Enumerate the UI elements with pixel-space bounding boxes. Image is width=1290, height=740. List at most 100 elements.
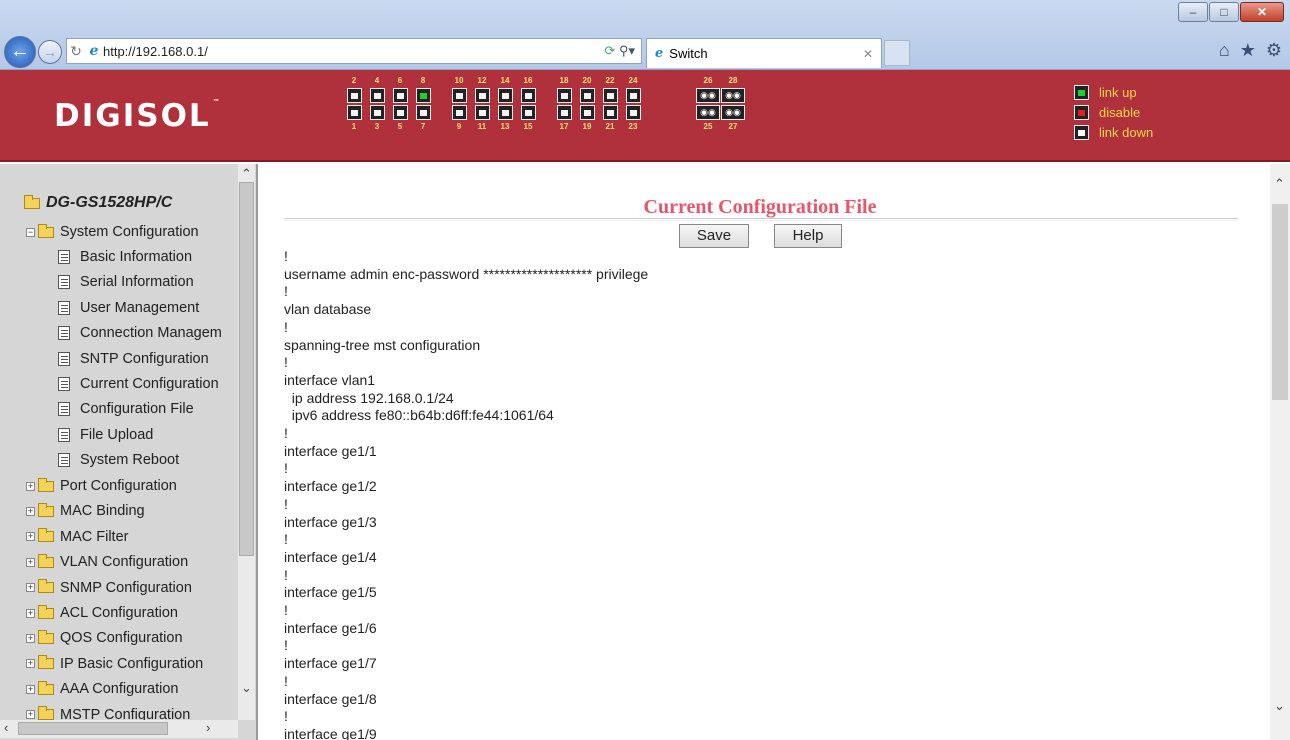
sidebar-group-acl-configuration[interactable]: + ACL Configuration [26,601,178,625]
expand-icon[interactable]: + [26,710,35,720]
port-20[interactable] [579,88,595,103]
scroll-down-icon[interactable]: ⌄ [1274,698,1285,714]
sidebar-group-mac-binding[interactable]: + MAC Binding [26,499,145,523]
search-icon[interactable]: ⚲▾ [619,43,635,58]
port-12[interactable] [474,88,490,103]
port-10[interactable] [451,88,467,103]
scroll-down-icon[interactable]: ⌄ [241,680,252,696]
sidebar-group-mstp-configuration[interactable]: + MSTP Configuration [26,703,190,720]
port-25[interactable]: ◉◉ [696,105,720,120]
sidebar-group-port-configuration[interactable]: + Port Configuration [26,474,177,498]
sidebar-horizontal-scrollbar[interactable]: ‹ › [0,720,238,738]
port-5[interactable] [392,105,408,120]
scroll-up-icon[interactable]: ⌃ [241,166,252,182]
port-28[interactable]: ◉◉ [721,88,745,103]
sidebar-item-configuration-file[interactable]: Configuration File [58,397,194,421]
expand-icon[interactable]: + [26,481,35,491]
port-8[interactable] [415,88,431,103]
scroll-thumb[interactable] [1272,204,1288,400]
expand-icon[interactable]: + [26,684,35,694]
port-11[interactable] [474,105,490,120]
port-7[interactable] [415,105,431,120]
expand-icon[interactable]: + [26,659,35,669]
port-27[interactable]: ◉◉ [721,105,745,120]
refresh-icon[interactable]: ↻ [67,43,85,60]
nav-tree: DG-GS1528HP/C − System Configuration Bas… [0,164,238,720]
sidebar-item-connection-managem[interactable]: Connection Managem [58,321,222,345]
expand-icon[interactable]: + [26,583,35,593]
port-16[interactable] [520,88,536,103]
document-icon [58,453,70,468]
port-17[interactable] [556,105,572,120]
port-26[interactable]: ◉◉ [696,88,720,103]
port-1[interactable] [346,105,362,120]
tree-root[interactable]: DG-GS1528HP/C [24,194,172,212]
sidebar-item-system-reboot[interactable]: System Reboot [58,448,179,472]
port-15[interactable] [520,105,536,120]
config-line: ! [284,248,288,264]
help-button[interactable]: Help [774,224,842,248]
legend-link-down: link down [1074,122,1153,142]
scroll-left-icon[interactable]: ‹ [4,720,8,735]
port-13[interactable] [497,105,513,120]
sidebar-group-mac-filter[interactable]: + MAC Filter [26,525,128,549]
toolbar-icons: ⌂ ★ ⚙ [1219,40,1282,61]
sidebar-item-file-upload[interactable]: File Upload [58,423,153,447]
url-text[interactable]: http://192.168.0.1/ [103,44,581,59]
port-number: 21 [605,122,615,131]
port-4[interactable] [369,88,385,103]
expand-icon[interactable]: + [26,532,35,542]
new-tab-button[interactable] [884,40,910,66]
expand-icon[interactable]: + [26,557,35,567]
favorites-star-icon[interactable]: ★ [1240,40,1256,61]
sidebar-item-current-configuration[interactable]: Current Configuration [58,372,219,396]
port-6[interactable] [392,88,408,103]
address-bar[interactable]: ↻ e http://192.168.0.1/ ⟳ ⚲▾ [66,38,642,64]
port-21[interactable] [602,105,618,120]
config-line: ! [284,531,288,548]
sidebar-group-qos-configuration[interactable]: + QOS Configuration [26,626,183,650]
sidebar-item-sntp-configuration[interactable]: SNTP Configuration [58,347,209,371]
expand-icon[interactable]: + [26,608,35,618]
tab-switch[interactable]: e Switch ✕ [646,38,882,68]
port-24[interactable] [625,88,641,103]
port-number: 23 [628,122,638,131]
port-2[interactable] [346,88,362,103]
sidebar-vertical-scrollbar[interactable]: ⌃ ⌄ [238,164,255,720]
config-line: ! [284,566,288,583]
home-icon[interactable]: ⌂ [1219,40,1230,61]
port-9[interactable] [451,105,467,120]
port-22[interactable] [602,88,618,103]
sidebar-group-aaa-configuration[interactable]: + AAA Configuration [26,677,179,701]
minimize-button[interactable]: – [1178,2,1208,22]
sidebar-group-system-configuration[interactable]: − System Configuration [26,220,199,244]
scroll-up-icon[interactable]: ⌃ [1274,176,1285,192]
back-button[interactable]: ← [4,36,36,68]
save-button[interactable]: Save [679,224,749,248]
scroll-right-icon[interactable]: › [206,720,210,735]
sidebar-group-snmp-configuration[interactable]: + SNMP Configuration [26,576,192,600]
sidebar-group-ip-basic-configuration[interactable]: + IP Basic Configuration [26,652,203,676]
tab-close-icon[interactable]: ✕ [863,47,873,61]
maximize-button[interactable]: □ [1209,2,1239,22]
expand-icon[interactable]: + [26,506,35,516]
collapse-icon[interactable]: − [26,227,35,237]
port-18[interactable] [556,88,572,103]
expand-icon[interactable]: + [26,633,35,643]
settings-gear-icon[interactable]: ⚙ [1266,40,1282,61]
scroll-thumb[interactable] [18,722,168,735]
port-14[interactable] [497,88,513,103]
forward-button[interactable]: → [38,40,62,64]
scroll-thumb[interactable] [239,182,254,556]
sidebar-item-basic-information[interactable]: Basic Information [58,245,192,269]
port-3[interactable] [369,105,385,120]
compat-refresh-icon[interactable]: ⟳ [604,43,615,58]
close-window-button[interactable]: ✕ [1240,2,1284,22]
sidebar-item-user-management[interactable]: User Management [58,296,199,320]
sidebar-group-vlan-configuration[interactable]: + VLAN Configuration [26,550,188,574]
port-23[interactable] [625,105,641,120]
main-vertical-scrollbar[interactable]: ⌃ ⌄ [1270,164,1290,740]
sidebar: DG-GS1528HP/C − System Configuration Bas… [0,164,258,740]
port-19[interactable] [579,105,595,120]
sidebar-item-serial-information[interactable]: Serial Information [58,270,194,294]
